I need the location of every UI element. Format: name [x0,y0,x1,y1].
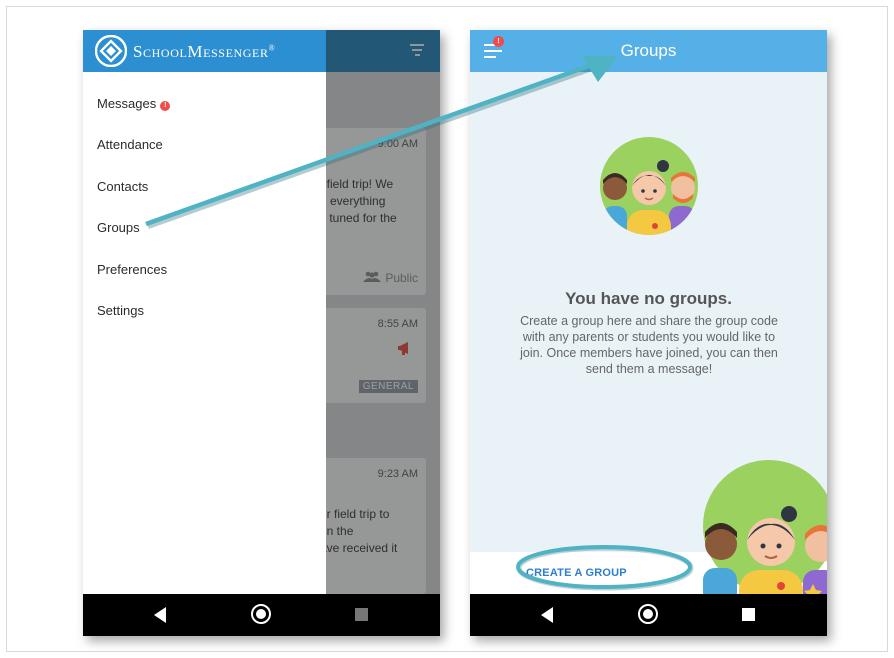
left-phone: 9:00 AM t field trip! We e everything y … [83,30,440,636]
brand-name: SchoolMessenger® [133,42,275,62]
android-nav-bar [83,594,440,636]
drawer-item-attendance[interactable]: Attendance [97,137,163,152]
empty-state-description: Create a group here and share the group … [520,314,778,376]
create-group-button[interactable]: CREATE A GROUP [526,567,627,579]
drawer-item-contacts[interactable]: Contacts [97,179,148,194]
back-icon[interactable] [154,607,166,623]
right-phone: ! Groups You have no groups. Create a gr… [470,30,827,636]
drawer-item-messages[interactable]: Messages! [97,96,171,111]
schoolmessenger-logo-icon [95,35,127,67]
group-illustration [600,137,698,235]
home-icon[interactable] [251,604,271,624]
recents-icon[interactable] [355,608,368,621]
notification-badge: ! [160,101,171,111]
drawer-item-groups[interactable]: Groups [97,220,140,235]
page-title: Groups [620,41,677,60]
drawer-item-preferences[interactable]: Preferences [97,262,167,277]
groups-header: ! Groups [470,30,827,72]
home-icon[interactable] [638,604,658,624]
drawer-item-label: Messages [97,96,157,111]
drawer-item-settings[interactable]: Settings [97,303,144,318]
navigation-drawer: SchoolMessenger® Messages! Attendance Co… [83,30,326,594]
android-nav-bar [470,594,827,636]
drawer-header: SchoolMessenger® [83,30,326,72]
brand-text: SchoolMessenger [133,42,269,61]
back-icon[interactable] [541,607,553,623]
registered-mark: ® [268,43,276,53]
empty-state-title: You have no groups. [565,289,732,308]
group-illustration-large [703,460,827,594]
recents-icon[interactable] [742,608,755,621]
